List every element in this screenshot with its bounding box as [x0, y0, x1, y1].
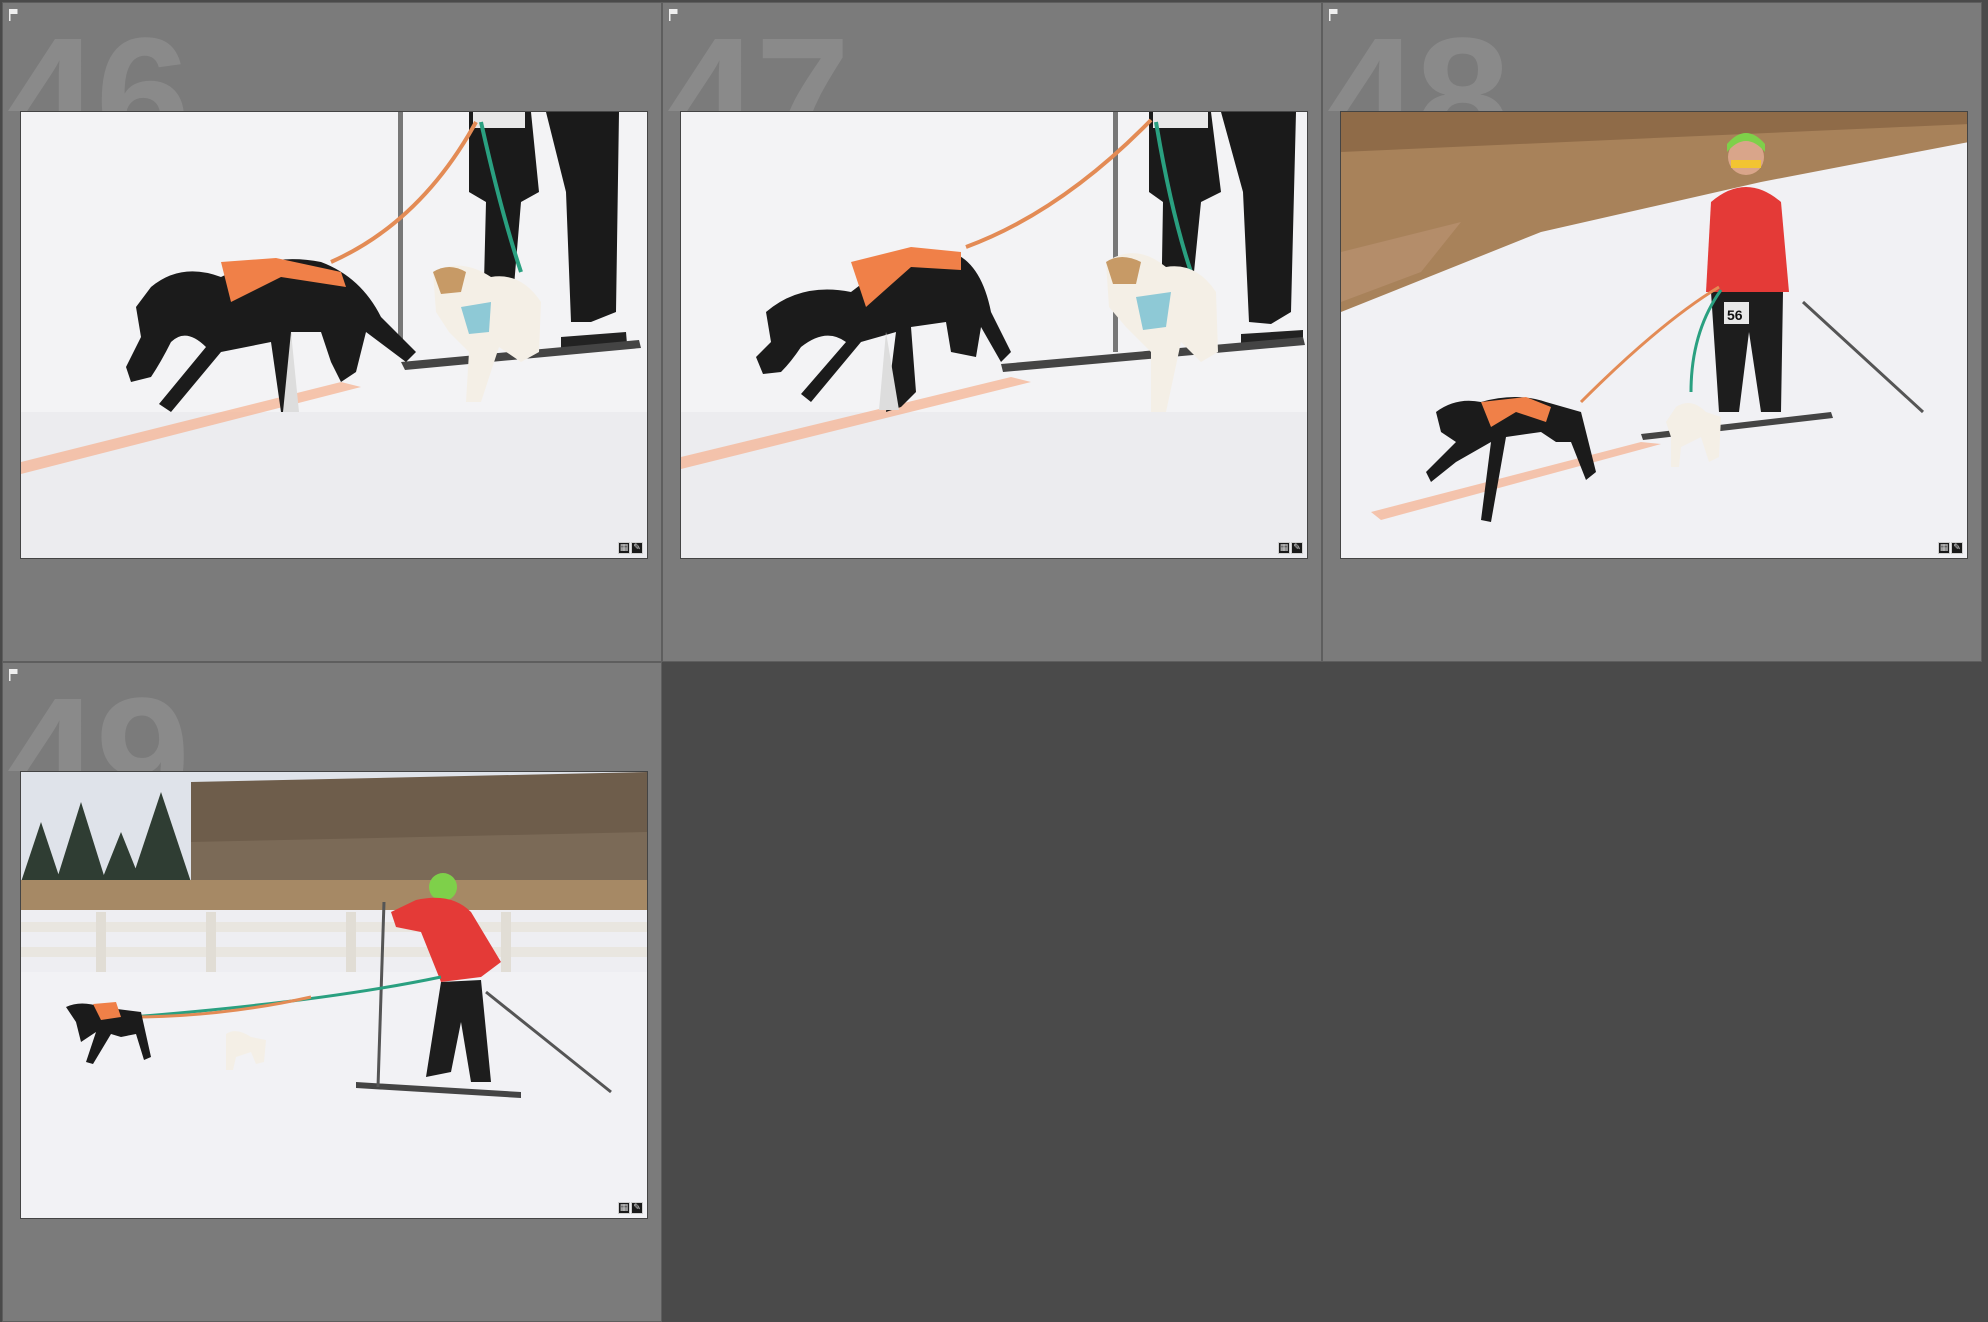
grid-cell-46[interactable]: 46 ▦ ✎	[2, 2, 662, 662]
flag-icon[interactable]	[1329, 9, 1339, 21]
edit-icon[interactable]: ✎	[631, 542, 643, 554]
photo-skijoring-dogs-closeup	[21, 112, 647, 558]
cell-index-number: 46	[3, 13, 189, 111]
flag-icon[interactable]	[669, 9, 679, 21]
photo-thumbnail[interactable]: ▦ ✎	[20, 111, 648, 559]
metadata-icon[interactable]: ▦	[618, 542, 630, 554]
photo-skier-with-dogs-on-slope: 56	[1341, 112, 1967, 558]
cell-index-number: 47	[663, 13, 849, 111]
flag-icon[interactable]	[9, 9, 19, 21]
thumbnail-badges: ▦ ✎	[618, 542, 643, 554]
photo-thumbnail[interactable]: ▦ ✎	[680, 111, 1308, 559]
cell-index-number: 49	[3, 673, 189, 771]
grid-cell-49[interactable]: 49 ▦ ✎	[2, 662, 662, 1322]
thumbnail-badges: ▦ ✎	[618, 1202, 643, 1214]
edit-icon[interactable]: ✎	[1291, 542, 1303, 554]
grid-cell-47[interactable]: 47 ▦ ✎	[662, 2, 1322, 662]
thumbnail-badges: ▦ ✎	[1278, 542, 1303, 554]
grid-cell-48[interactable]: 48 56 ▦ ✎	[1322, 2, 1982, 662]
metadata-icon[interactable]: ▦	[618, 1202, 630, 1214]
thumbnail-badges: ▦ ✎	[1938, 542, 1963, 554]
filmstrip-grid: 46 ▦ ✎ 47 ▦ ✎ 48 56 ▦ ✎ 49 ▦ ✎	[0, 0, 1988, 1322]
metadata-icon[interactable]: ▦	[1278, 542, 1290, 554]
photo-skijoring-dogs-closeup-2	[681, 112, 1307, 558]
bib-number: 56	[1727, 307, 1743, 323]
photo-thumbnail[interactable]: 56 ▦ ✎	[1340, 111, 1968, 559]
metadata-icon[interactable]: ▦	[1938, 542, 1950, 554]
edit-icon[interactable]: ✎	[1951, 542, 1963, 554]
edit-icon[interactable]: ✎	[631, 1202, 643, 1214]
cell-index-number: 48	[1323, 13, 1509, 111]
photo-thumbnail[interactable]: ▦ ✎	[20, 771, 648, 1219]
flag-icon[interactable]	[9, 669, 19, 681]
photo-skier-pulled-by-dogs-near-fence	[21, 772, 647, 1218]
